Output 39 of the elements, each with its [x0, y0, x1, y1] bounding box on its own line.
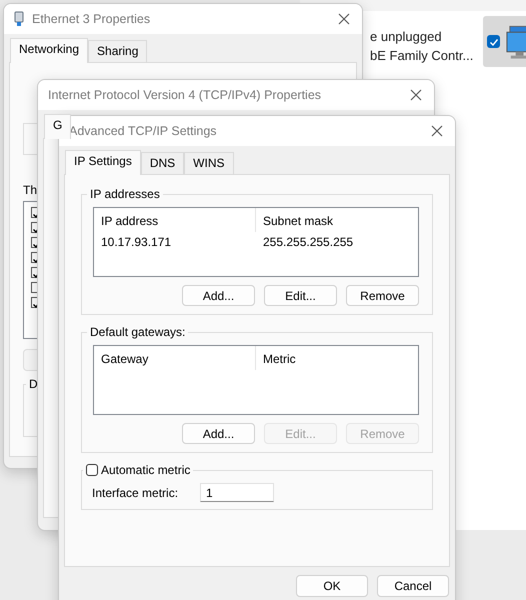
adapter-tile[interactable]: [483, 16, 526, 67]
dialog-button[interactable]: OK: [296, 575, 368, 597]
column-header[interactable]: Gateway: [94, 346, 256, 370]
window-title: Ethernet 3 Properties: [32, 12, 152, 26]
window-title: Internet Protocol Version 4 (TCP/IPv4) Properties: [48, 88, 322, 102]
column-header[interactable]: IP address: [94, 208, 256, 232]
tab[interactable]: Sharing: [88, 40, 148, 62]
group-label: Default gateways:: [90, 325, 186, 339]
dialog-button[interactable]: Cancel: [377, 575, 449, 597]
adapter-text: e unplugged: [370, 29, 443, 44]
checkbox[interactable]: [487, 35, 500, 48]
tab[interactable]: G: [44, 114, 72, 139]
checkbox-label[interactable]: Automatic metric: [101, 463, 190, 477]
column-header[interactable]: Metric: [256, 346, 418, 370]
close-icon[interactable]: [338, 13, 350, 25]
checkbox[interactable]: [86, 464, 98, 476]
button[interactable]: Add...: [182, 285, 255, 306]
table-cell-text: 10.17.93.171: [100, 234, 172, 251]
table-cell-text: 255.255.255.255: [262, 234, 354, 251]
window-title: Advanced TCP/IP Settings: [69, 124, 218, 138]
metric-field[interactable]: 1: [200, 483, 274, 502]
tab[interactable]: WINS: [184, 152, 234, 174]
tab[interactable]: Networking: [10, 38, 88, 63]
network-adapter-icon: [14, 11, 24, 27]
button[interactable]: Add...: [182, 423, 255, 444]
close-icon[interactable]: [431, 125, 443, 137]
column-header[interactable]: Subnet mask: [256, 208, 418, 232]
button[interactable]: Remove: [346, 285, 419, 306]
list-view[interactable]: IP address Subnet mask 10.17.93.171 255.255.255.255: [93, 207, 419, 277]
field-label: Interface metric:: [92, 486, 178, 500]
close-icon[interactable]: [410, 89, 422, 101]
group-label: IP addresses: [90, 187, 160, 201]
list-view[interactable]: Gateway Metric: [93, 345, 419, 415]
button[interactable]: Edit...: [264, 285, 337, 306]
group-label: D: [29, 377, 38, 391]
tab[interactable]: IP Settings: [65, 150, 141, 175]
tab[interactable]: DNS: [140, 152, 184, 174]
list-label: Th: [23, 183, 38, 197]
adapter-text: bE Family Contr...: [370, 48, 474, 63]
